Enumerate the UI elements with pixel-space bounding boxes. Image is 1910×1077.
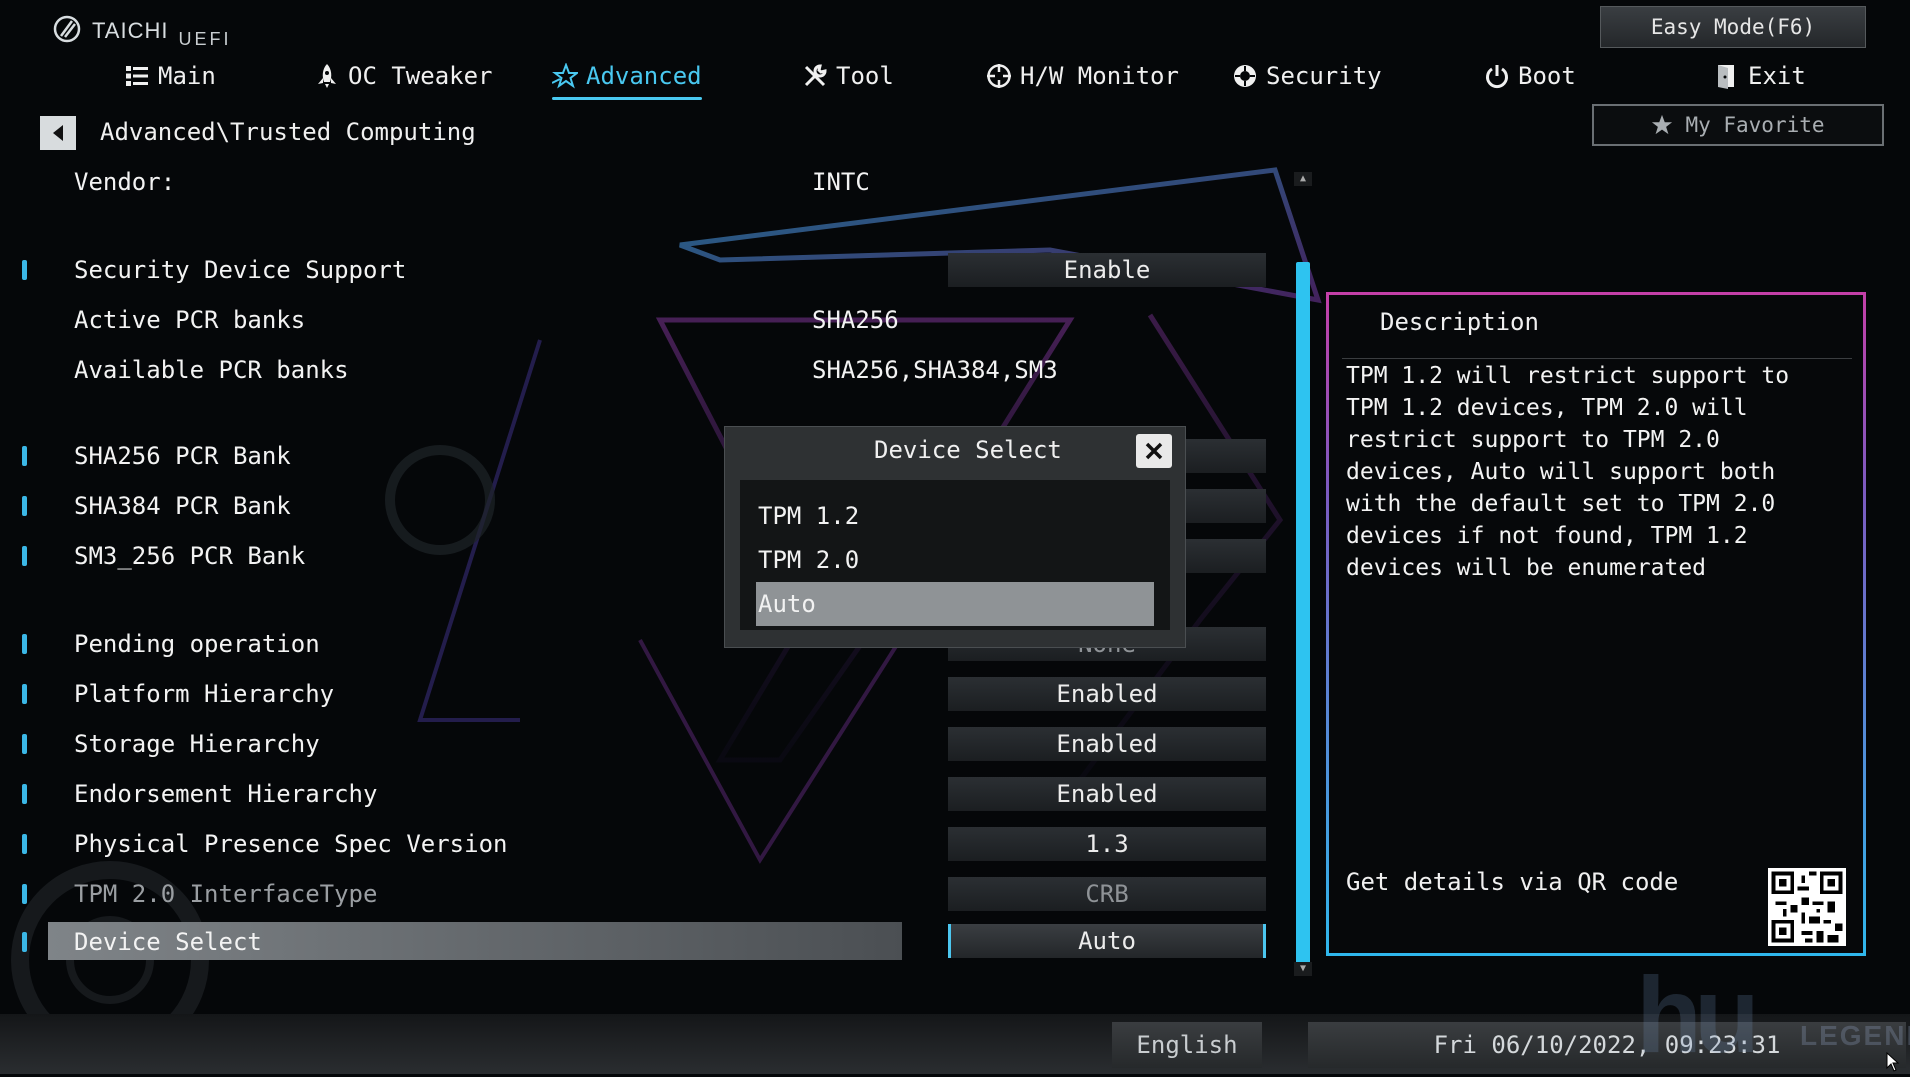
tab-main-label: Main [158, 62, 216, 90]
item-marker [22, 684, 27, 704]
sm3-256-pcr-bank-label[interactable]: SM3_256 PCR Bank [74, 536, 305, 576]
available-pcr-banks-label: Available PCR banks [74, 356, 349, 384]
option-auto[interactable]: Auto [758, 584, 816, 624]
qr-code-icon [1768, 868, 1846, 946]
tab-oc-tweaker-label: OC Tweaker [348, 62, 493, 90]
item-marker [22, 734, 27, 754]
physical-presence-spec-version-label[interactable]: Physical Presence Spec Version [74, 824, 507, 864]
power-icon [1486, 65, 1508, 89]
tab-advanced-label: Advanced [586, 62, 702, 90]
security-device-support-label[interactable]: Security Device Support [74, 250, 406, 290]
item-marker [22, 260, 27, 280]
storage-hierarchy-value[interactable]: Enabled [948, 727, 1266, 761]
watermark-logo: hu [1636, 954, 1760, 1075]
tab-exit[interactable]: Exit [1714, 58, 1806, 94]
language-button[interactable]: English [1112, 1022, 1262, 1068]
pending-operation-label[interactable]: Pending operation [74, 624, 320, 664]
brand-logo: TAICHI UEFI [52, 14, 232, 49]
tab-oc-tweaker[interactable]: OC Tweaker [314, 58, 493, 94]
my-favorite-button[interactable]: My Favorite [1592, 104, 1884, 146]
active-pcr-banks-label: Active PCR banks [74, 306, 306, 334]
physical-presence-spec-version-value[interactable]: 1.3 [948, 827, 1266, 861]
tab-security[interactable]: Security [1232, 58, 1382, 94]
mouse-cursor-icon [1886, 1052, 1900, 1072]
endorsement-hierarchy-value[interactable]: Enabled [948, 777, 1266, 811]
item-marker [22, 932, 27, 952]
easy-mode-button[interactable]: Easy Mode(F6) [1600, 6, 1866, 48]
brand-name: TAICHI [92, 18, 169, 43]
taichi-logo-icon [53, 15, 81, 43]
active-tab-underline [552, 97, 702, 100]
description-divider [1342, 358, 1852, 359]
brand-suffix: UEFI [178, 29, 232, 49]
tab-hw-monitor[interactable]: H/W Monitor [986, 58, 1179, 94]
vendor-value: INTC [812, 168, 870, 196]
active-pcr-banks-value: SHA256 [812, 306, 899, 334]
my-favorite-label: My Favorite [1685, 113, 1825, 137]
tab-security-label: Security [1266, 62, 1382, 90]
exit-door-icon [1718, 65, 1734, 89]
storage-hierarchy-label[interactable]: Storage Hierarchy [74, 724, 320, 764]
watermark-text: LEGEND [1800, 1020, 1910, 1051]
item-marker [22, 634, 27, 654]
device-select-label[interactable]: Device Select [74, 922, 262, 962]
tab-main[interactable]: Main [124, 58, 216, 94]
item-marker [22, 546, 27, 566]
item-marker [22, 884, 27, 904]
option-tpm-2-0[interactable]: TPM 2.0 [758, 540, 859, 580]
tab-boot-label: Boot [1518, 62, 1576, 90]
crosshair-icon [987, 64, 1011, 88]
tpm20-interface-type-value: CRB [948, 877, 1266, 911]
breadcrumb: Advanced\Trusted Computing [100, 118, 476, 146]
security-device-support-value[interactable]: Enable [948, 253, 1266, 287]
shield-icon [1234, 65, 1256, 87]
sha384-pcr-bank-label[interactable]: SHA384 PCR Bank [74, 486, 291, 526]
tab-tool-label: Tool [836, 62, 894, 90]
item-marker [22, 496, 27, 516]
back-button[interactable] [40, 116, 76, 150]
item-marker [22, 784, 27, 804]
tab-advanced[interactable]: Advanced [552, 58, 702, 100]
back-arrow-icon [53, 125, 63, 141]
qr-code-label: Get details via QR code [1346, 868, 1679, 896]
dialog-title: Device Select [874, 436, 1062, 464]
platform-hierarchy-label[interactable]: Platform Hierarchy [74, 674, 334, 714]
description-title: Description [1380, 308, 1539, 336]
wrench-icon [804, 64, 827, 87]
close-button[interactable] [1136, 434, 1172, 468]
scroll-up-arrow-icon[interactable]: ▲ [1294, 172, 1312, 186]
star-icon [1652, 114, 1673, 135]
tab-boot[interactable]: Boot [1484, 58, 1576, 94]
endorsement-hierarchy-label[interactable]: Endorsement Hierarchy [74, 774, 377, 814]
star-icon [552, 63, 578, 89]
vendor-label: Vendor: [74, 168, 176, 196]
close-icon [1145, 442, 1163, 460]
tab-exit-label: Exit [1748, 62, 1806, 90]
available-pcr-banks-value: SHA256,SHA384,SM3 [812, 356, 1058, 384]
scroll-down-arrow-icon[interactable]: ▼ [1294, 962, 1312, 976]
list-icon [126, 66, 148, 86]
item-marker [22, 446, 27, 466]
device-select-value[interactable]: Auto [948, 924, 1266, 958]
tpm20-interface-type-label: TPM 2.0 InterfaceType [74, 880, 378, 908]
item-marker [22, 834, 27, 854]
rocket-icon [318, 64, 336, 88]
tab-hw-monitor-label: H/W Monitor [1020, 62, 1179, 90]
tab-tool[interactable]: Tool [802, 58, 894, 94]
platform-hierarchy-value[interactable]: Enabled [948, 677, 1266, 711]
option-tpm-1-2[interactable]: TPM 1.2 [758, 496, 859, 536]
sha256-pcr-bank-label[interactable]: SHA256 PCR Bank [74, 436, 291, 476]
description-text: TPM 1.2 will restrict support to TPM 1.2… [1346, 363, 1790, 581]
scrollbar-thumb[interactable] [1296, 262, 1310, 964]
